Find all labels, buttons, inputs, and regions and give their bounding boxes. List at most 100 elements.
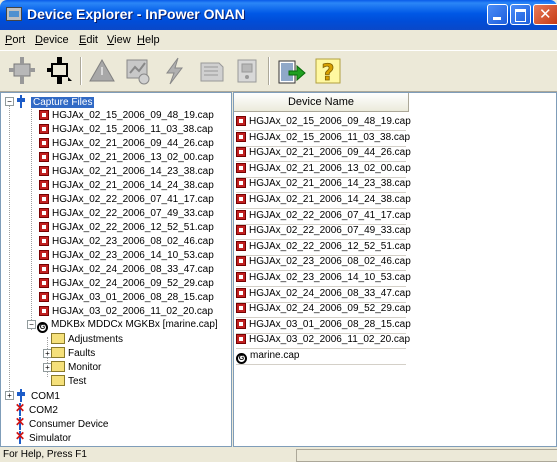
export-icon	[278, 60, 306, 84]
capture-file-icon	[236, 256, 246, 267]
warning-button[interactable]	[86, 55, 118, 87]
tree-item-simulator[interactable]: Simulator	[15, 430, 71, 444]
tree-item-capture-file[interactable]: HGJAx_02_21_2006_09_44_26.cap	[39, 137, 214, 150]
tree-item-capture-file[interactable]: HGJAx_02_15_2006_09_48_19.cap	[39, 109, 214, 122]
capture-file-icon	[39, 306, 49, 316]
list-cell: HGJAx_02_22_2006_07_41_17.cap	[236, 208, 411, 225]
menu-device[interactable]: Device	[35, 34, 69, 46]
list-cell: HGJAx_02_24_2006_08_33_47.cap	[236, 286, 411, 303]
capture-file-icon	[39, 208, 49, 218]
list-cell: Gmarine.cap	[236, 348, 406, 365]
status-pane	[296, 449, 557, 462]
status-text: For Help, Press F1	[3, 449, 87, 460]
capture-file-icon	[236, 209, 246, 220]
tree-item-faults[interactable]: Faults	[51, 347, 95, 360]
disconnect-icon	[47, 57, 72, 84]
collapse-marine[interactable]: −	[27, 320, 36, 329]
tree-item-test[interactable]: Test	[51, 375, 86, 388]
connect-icon	[9, 57, 35, 84]
tree-item-capture-file[interactable]: HGJAx_02_24_2006_09_52_29.cap	[39, 277, 214, 290]
list-cell: HGJAx_02_23_2006_08_02_46.cap	[236, 254, 411, 272]
tree-label: HGJAx_02_24_2006_09_52_29.cap	[52, 278, 214, 289]
tree-item-capture-file[interactable]: HGJAx_03_01_2006_08_28_15.cap	[39, 291, 214, 304]
tree-item-capture-file[interactable]: HGJAx_02_24_2006_08_33_47.cap	[39, 263, 214, 276]
capture-file-icon	[236, 287, 246, 298]
menu-help[interactable]: Help	[137, 34, 160, 46]
tree-label: HGJAx_02_23_2006_08_02_46.cap	[52, 236, 214, 247]
toolbar-separator	[80, 57, 82, 85]
title-bar[interactable]: Device Explorer - InPower ONAN ✕	[0, 0, 557, 30]
expand-com1[interactable]: +	[5, 391, 14, 400]
tree-label: HGJAx_02_22_2006_12_52_51.cap	[52, 222, 214, 233]
flash-button[interactable]	[158, 55, 190, 87]
column-header-device-name[interactable]: Device Name	[234, 93, 409, 112]
tree-item-adjustments[interactable]: Adjustments	[51, 333, 123, 346]
tree-label: HGJAx_03_02_2006_11_02_20.cap	[52, 306, 214, 317]
tree-item-capture-file[interactable]: HGJAx_02_21_2006_13_02_00.cap	[39, 151, 214, 164]
tree-item-capture-files[interactable]: Capture Files	[17, 95, 95, 108]
menu-bar: Port Device Edit View Help	[0, 31, 557, 48]
tree-item-capture-file[interactable]: HGJAx_02_22_2006_12_52_51.cap	[39, 221, 214, 234]
device-button[interactable]	[232, 55, 264, 87]
menu-edit[interactable]: Edit	[79, 34, 98, 46]
tree-label: HGJAx_02_23_2006_14_10_53.cap	[52, 250, 214, 261]
capture-file-icon	[39, 138, 49, 148]
tree-item-capture-file[interactable]: HGJAx_02_23_2006_14_10_53.cap	[39, 249, 214, 262]
tree-item-consumer-device[interactable]: Consumer Device	[15, 416, 108, 430]
warning-icon	[89, 58, 115, 82]
tree-item-capture-file[interactable]: HGJAx_02_21_2006_14_24_38.cap	[39, 179, 214, 192]
menu-view[interactable]: View	[107, 34, 131, 46]
capture-file-icon	[236, 131, 246, 142]
tree-label: HGJAx_02_21_2006_13_02_00.cap	[52, 152, 214, 163]
capture-file-icon	[236, 318, 246, 329]
plug-icon	[17, 95, 25, 108]
tree-item-capture-file[interactable]: HGJAx_02_21_2006_14_23_38.cap	[39, 165, 214, 178]
capture-file-icon	[39, 124, 49, 134]
export-button[interactable]	[275, 55, 307, 87]
collapse-capture-files[interactable]: −	[5, 97, 14, 106]
monitor-button[interactable]	[122, 55, 154, 87]
close-icon: ✕	[539, 5, 552, 23]
tree-label: HGJAx_02_21_2006_14_24_38.cap	[52, 180, 214, 191]
tree-label: HGJAx_02_24_2006_08_33_47.cap	[52, 264, 214, 275]
flash-icon	[166, 57, 183, 85]
device-tree[interactable]: − Capture Files HGJAx_02_15_2006_09_48_1…	[0, 92, 232, 447]
calibrate-icon	[200, 62, 224, 82]
list-cell: HGJAx_02_22_2006_07_49_33.cap	[236, 223, 411, 241]
tree-label: HGJAx_02_22_2006_07_49_33.cap	[52, 208, 214, 219]
status-bar: For Help, Press F1	[0, 448, 557, 462]
tree-item-capture-file[interactable]: HGJAx_02_22_2006_07_49_33.cap	[39, 207, 214, 220]
capture-file-icon	[39, 250, 49, 260]
list-cell: HGJAx_02_21_2006_14_23_38.cap	[236, 176, 411, 194]
capture-file-icon	[236, 334, 246, 345]
close-button[interactable]: ✕	[533, 4, 557, 25]
capture-file-icon	[236, 272, 246, 282]
maximize-button[interactable]	[510, 4, 531, 25]
tree-label: HGJAx_03_01_2006_08_28_15.cap	[52, 292, 214, 303]
capture-file-icon	[39, 166, 49, 176]
connect-button[interactable]	[6, 55, 38, 87]
list-cell: HGJAx_03_01_2006_08_28_15.cap	[236, 317, 411, 334]
folder-icon	[51, 361, 65, 372]
tree-item-capture-file[interactable]: HGJAx_02_22_2006_07_41_17.cap	[39, 193, 214, 206]
tree-label: HGJAx_02_15_2006_09_48_19.cap	[52, 110, 214, 121]
capture-file-icon	[236, 147, 246, 158]
tree-item-monitor[interactable]: Monitor	[51, 361, 101, 374]
tree-item-capture-file[interactable]: HGJAx_02_23_2006_08_02_46.cap	[39, 235, 214, 248]
capture-file-icon	[236, 194, 246, 204]
device-icon	[237, 59, 257, 83]
folder-icon	[51, 347, 65, 358]
menu-port[interactable]: Port	[5, 34, 25, 46]
device-list[interactable]: Device Name HGJAx_02_15_2006_09_48_19.ca…	[233, 92, 557, 447]
disconnect-button[interactable]	[44, 55, 76, 87]
tree-item-marine[interactable]: G MDKBx MDDCx MGKBx [marine.cap]	[37, 318, 218, 333]
tree-item-capture-file[interactable]: HGJAx_03_02_2006_11_02_20.cap	[39, 305, 213, 318]
help-button[interactable]: ?	[312, 55, 344, 87]
tree-item-capture-file[interactable]: HGJAx_02_15_2006_11_03_38.cap	[39, 123, 213, 136]
tree-connector	[31, 109, 32, 330]
capture-file-icon	[236, 178, 246, 189]
calibrate-button[interactable]	[196, 55, 228, 87]
minimize-button[interactable]	[487, 4, 508, 25]
list-cell: HGJAx_02_22_2006_12_52_51.cap	[236, 239, 411, 256]
capture-file-icon	[236, 225, 246, 236]
